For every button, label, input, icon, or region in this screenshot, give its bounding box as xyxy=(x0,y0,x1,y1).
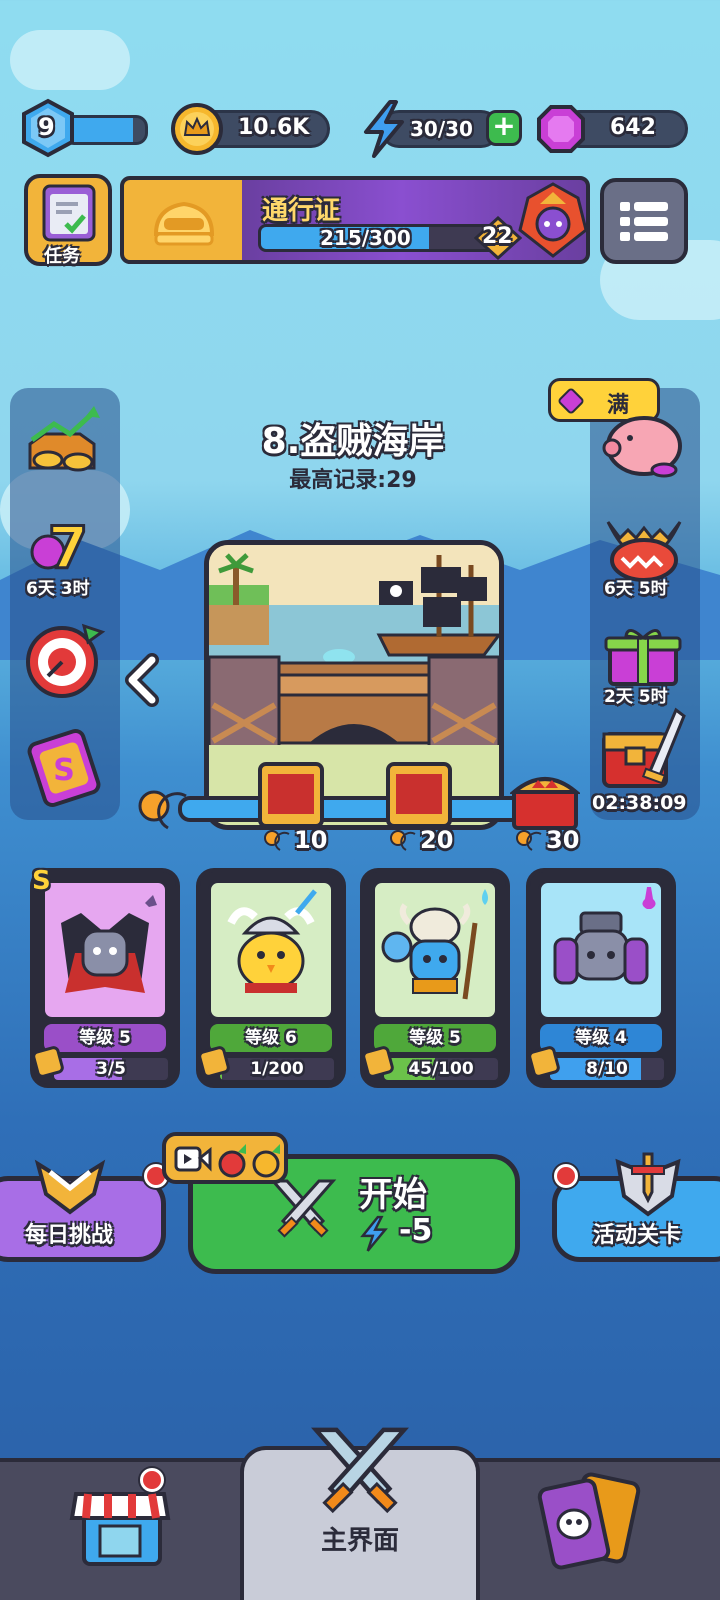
hero-progress-bar: 1/200 xyxy=(218,1056,336,1082)
sun-moon-small-icon xyxy=(390,830,416,851)
quest-button[interactable]: 任务 xyxy=(24,174,112,267)
seven-day-login-icon[interactable]: 7 xyxy=(28,512,104,578)
nav-main-tab[interactable]: 主界面 xyxy=(240,1427,480,1600)
hero-card[interactable]: 等级 4 8/10 xyxy=(526,868,676,1088)
milestone-label: 10 xyxy=(294,826,328,854)
video-camera-icon xyxy=(174,1146,212,1172)
hero-progress-bar: 45/100 xyxy=(382,1056,500,1082)
nav-shop-tab[interactable] xyxy=(60,1468,180,1580)
notification-dot xyxy=(140,1468,164,1492)
start-bonus-badge[interactable] xyxy=(162,1132,288,1184)
nav-cards-tab[interactable] xyxy=(536,1468,646,1580)
gem-icon xyxy=(556,386,586,416)
sword-chest-icon[interactable] xyxy=(598,706,690,792)
milestone-chest-icon[interactable] xyxy=(384,760,454,832)
quest-label: 任务 xyxy=(44,246,80,267)
gift-box-icon[interactable] xyxy=(604,624,682,686)
crown-coin-icon xyxy=(171,103,223,155)
crossed-swords-icon xyxy=(311,1427,409,1514)
lightning-icon xyxy=(364,100,404,158)
hero-portrait xyxy=(42,880,168,1020)
sun-moon-small-icon xyxy=(264,830,290,851)
hero-rank: S xyxy=(32,866,51,896)
gem-icon xyxy=(537,105,585,153)
season-card-icon[interactable]: S xyxy=(24,728,108,808)
hero-level: 等级 4 xyxy=(540,1024,662,1052)
demon-event-timer: 6天 5时 xyxy=(604,579,668,599)
lightning-icon xyxy=(360,1215,388,1252)
pass-title: 通行证 xyxy=(262,196,341,226)
sun-moon-small-icon xyxy=(516,830,542,851)
stage-preview[interactable] xyxy=(204,540,504,830)
hero-level: 等级 6 xyxy=(210,1024,332,1052)
start-energy-cost: -5 xyxy=(399,1213,433,1248)
pass-hero-avatar-icon xyxy=(518,182,588,258)
sword-shield-icon xyxy=(615,1152,681,1217)
menu-button[interactable] xyxy=(600,178,688,264)
svg-text:7: 7 xyxy=(48,514,88,578)
hero-progress-text: 3/5 xyxy=(96,1059,126,1079)
battle-pass-banner[interactable]: 通行证 215/300 22 xyxy=(120,176,590,264)
robot-hero-icon xyxy=(553,887,656,985)
hero-portrait xyxy=(538,880,664,1020)
player-level: 9 xyxy=(38,113,55,141)
event-stage-label: 活动关卡 xyxy=(593,1223,682,1248)
hero-portrait xyxy=(372,880,498,1020)
stage-progress-track xyxy=(178,796,548,822)
sun-moon-icon xyxy=(138,790,187,830)
nav-main-label: 主界面 xyxy=(320,1526,399,1556)
target-clock-icon[interactable] xyxy=(22,618,106,700)
energy-value: 30/30 xyxy=(410,117,473,141)
cloud-decoration xyxy=(10,30,130,90)
stage-title: 8.盗贼海岸 xyxy=(261,421,445,462)
viking-chick-hero-icon xyxy=(227,889,317,993)
hero-progress-text: 45/100 xyxy=(408,1059,474,1079)
list-menu-icon xyxy=(620,202,668,241)
hero-card[interactable]: S 等级 5 3/5 xyxy=(30,866,180,1088)
hero-portrait xyxy=(208,880,334,1020)
pirate-harbor-scene xyxy=(209,545,499,825)
milestone-label: 20 xyxy=(420,826,454,854)
hero-level: 等级 5 xyxy=(44,1024,166,1052)
laurel-shield-icon xyxy=(34,1159,106,1215)
hero-progress-text: 1/200 xyxy=(250,1059,304,1079)
skull-warrior-hero-icon xyxy=(381,889,488,1000)
hero-progress-bar: 8/10 xyxy=(548,1056,666,1082)
hero-progress-text: 8/10 xyxy=(586,1059,628,1079)
notification-dot xyxy=(554,1164,578,1188)
milestone-label: 30 xyxy=(546,826,580,854)
pass-progress-text: 215/300 xyxy=(320,226,411,250)
pass-level: 22 xyxy=(482,224,513,249)
milestone-chest-icon[interactable] xyxy=(510,766,580,832)
crown-boost-icon xyxy=(252,1144,280,1178)
best-record: 最高记录:29 xyxy=(289,468,417,493)
gift-event-timer: 2天 5时 xyxy=(604,687,668,707)
login-event-timer: 6天 3时 xyxy=(26,579,90,599)
vampire-hero-icon xyxy=(61,895,157,993)
clipboard-icon xyxy=(42,184,96,242)
cards-icon xyxy=(537,1472,641,1570)
crossed-swords-icon xyxy=(269,1179,337,1238)
boost-icon xyxy=(218,1144,246,1178)
hero-card[interactable]: 等级 5 45/100 xyxy=(360,868,510,1088)
hero-card[interactable]: 等级 6 1/200 xyxy=(196,868,346,1088)
coins-value: 10.6K xyxy=(238,115,310,140)
gems-value: 642 xyxy=(610,115,656,140)
chevron-left-icon xyxy=(125,653,159,707)
hero-progress-bar: 3/5 xyxy=(52,1056,170,1082)
previous-stage-button[interactable] xyxy=(120,652,164,708)
milestone-chest-icon[interactable] xyxy=(256,760,326,832)
hero-level: 等级 5 xyxy=(374,1024,496,1052)
svg-text:S: S xyxy=(53,753,75,788)
start-label: 开始 xyxy=(359,1175,427,1215)
daily-challenge-label: 每日挑战 xyxy=(25,1223,114,1248)
add-energy-button[interactable]: + xyxy=(486,110,522,146)
demon-boss-icon[interactable] xyxy=(602,512,686,582)
chest-event-timer: 02:38:09 xyxy=(592,792,687,814)
pass-mascot-icon xyxy=(153,201,215,246)
